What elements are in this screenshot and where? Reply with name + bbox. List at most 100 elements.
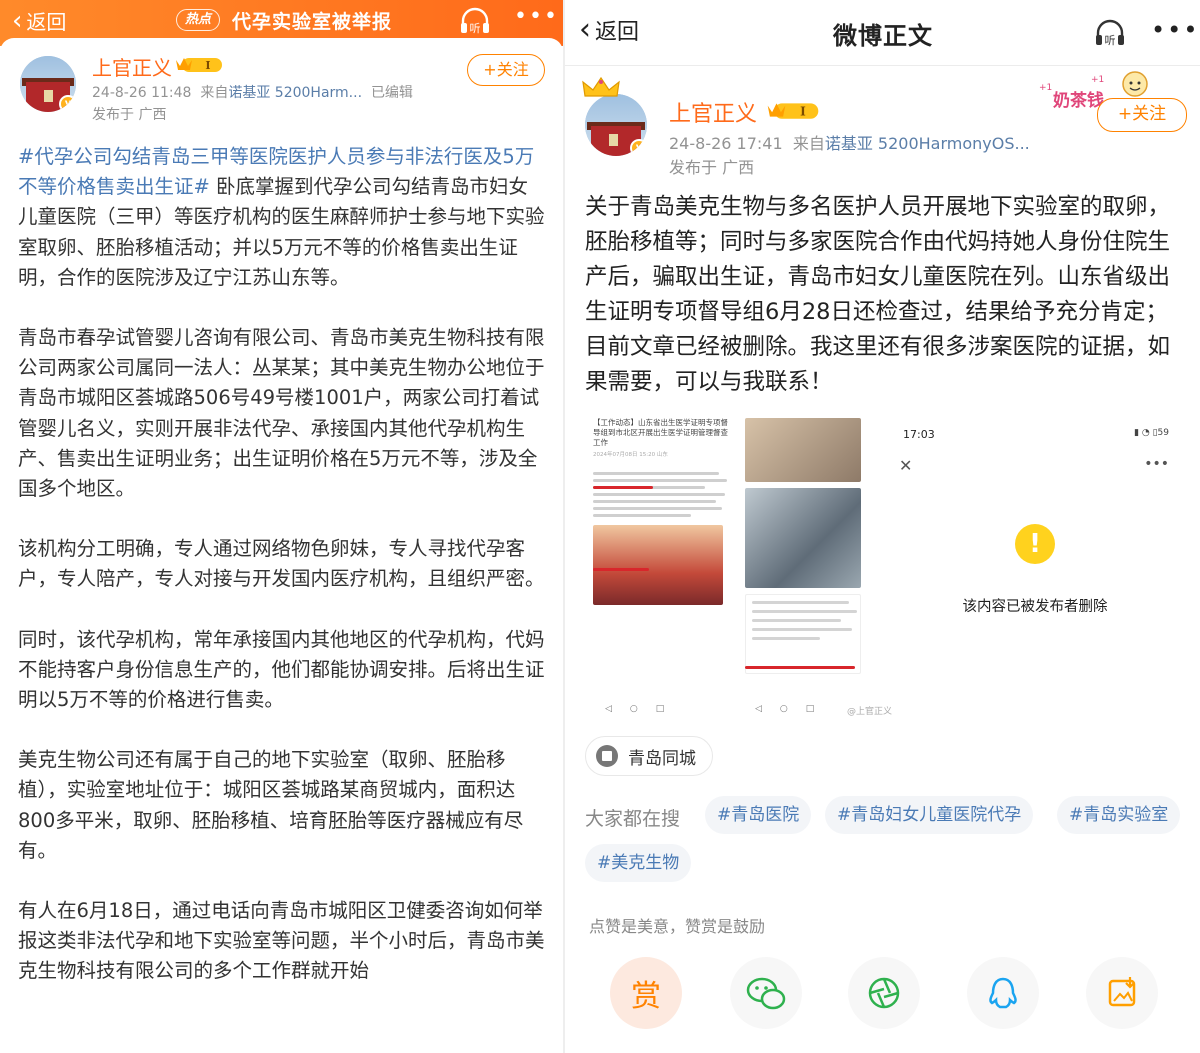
post-time: 24-8-26 17:41: [669, 134, 783, 153]
hot-topic-title[interactable]: 代孕实验室被举报: [232, 7, 392, 34]
chevron-left-icon: ‹: [12, 5, 23, 36]
trending-tag[interactable]: #青岛实验室: [1057, 796, 1181, 834]
attached-image[interactable]: 【工作动态】山东省出生医学证明专项督导组到市北区开展出生医学证明管理督查工作 2…: [585, 418, 1185, 718]
username[interactable]: 上官正义: [669, 96, 757, 128]
more-options-icon: •••: [1144, 456, 1169, 472]
post-location: 发布于 广西: [669, 158, 755, 177]
avatar[interactable]: v: [585, 94, 647, 156]
battery-level: 59: [1157, 428, 1169, 438]
post-location: 发布于 广西: [92, 107, 167, 123]
post-paragraph: 同时，该代孕机构，常年承接国内其他地区的代孕机构，代妈不能持客户身份信息生产的，…: [18, 625, 546, 716]
moments-share-button[interactable]: [848, 957, 920, 1029]
headphones-icon[interactable]: 听: [458, 6, 492, 36]
post-paragraph: #代孕公司勾结青岛三甲等医院医护人员参与非法行医及5万不等价格售卖出生证# 卧底…: [18, 142, 546, 293]
right-weibo-panel: ‹ 返回 微博正文 听 ••• +1 +1 奶茶钱 v 上官正义 I 24-8-…: [565, 0, 1200, 1053]
verified-badge-icon: v: [630, 139, 647, 156]
crown-frame-icon: [582, 76, 620, 97]
verified-badge-icon: v: [59, 95, 76, 112]
article-meta: 2024年07月08日 15:20 山东: [593, 452, 668, 458]
phone-status-time: 17:03: [903, 428, 935, 441]
avatar[interactable]: v: [20, 56, 76, 112]
location-chip[interactable]: 青岛同城: [585, 736, 713, 776]
listen-label: 听: [470, 22, 481, 35]
screenshot-root: ‹ 返回 热点 代孕实验室被举报 听 ••• v 上官正义 I 24-8-26 …: [0, 0, 1200, 1053]
trending-tag[interactable]: #青岛妇女儿童医院代孕: [825, 796, 1034, 834]
paragraph-text: 美克生物公司还有属于自己的地下实验室（取卵、胚胎移植），实验室地址位于：城阳区荟…: [18, 748, 524, 862]
post-paragraph: 青岛市春孕试管婴儿咨询有限公司、青岛市美克生物科技有限公司两家公司属同一法人：丛…: [18, 323, 546, 504]
meeting-photo: [593, 525, 723, 605]
follow-button[interactable]: +关注: [1097, 98, 1187, 132]
moments-aperture-icon: [868, 977, 900, 1009]
image-download-icon: [1108, 977, 1136, 1007]
source-link[interactable]: 诺基亚 5200Harm...: [228, 85, 362, 101]
building-icon: [596, 745, 618, 767]
close-icon: ✕: [899, 456, 913, 475]
level-badge: I: [800, 105, 806, 119]
back-label: 返回: [26, 10, 67, 34]
listen-label: 听: [1105, 34, 1116, 47]
left-weibo-panel: ‹ 返回 热点 代孕实验室被举报 听 ••• v 上官正义 I 24-8-26 …: [0, 0, 563, 1053]
qq-penguin-icon: [989, 977, 1017, 1009]
post-meta: 24-8-26 17:41 来自诺基亚 5200HarmonyOS...: [669, 130, 1030, 154]
wechat-icon: [746, 977, 786, 1010]
reward-note: 点赞是美意，赞赏是鼓励: [589, 917, 766, 936]
trending-search-label: 大家都在搜: [585, 808, 681, 830]
phone-status-icons: ▮ ◔ ▯59: [1134, 428, 1169, 438]
source-prefix: 来自: [792, 134, 825, 153]
paragraph-text: 该机构分工明确，专人通过网络物色卵妹，专人寻找代孕客户，专人陪产，专人对接与开发…: [18, 537, 545, 591]
post-paragraph: 有人在6月18日，通过电话向青岛市城阳区卫健委咨询如何举报这类非法代孕和地下实验…: [18, 896, 546, 987]
headphones-icon[interactable]: 听: [1093, 18, 1127, 48]
post-meta: 24-8-26 11:48 来自诺基亚 5200Harm... 已编辑: [92, 82, 413, 102]
back-button[interactable]: ‹ 返回: [12, 6, 66, 35]
article-text-snippet: [745, 594, 861, 674]
post-paragraph: 美克生物公司还有属于自己的地下实验室（取卵、胚胎移植），实验室地址位于：城阳区荟…: [18, 745, 546, 866]
trending-tag[interactable]: #美克生物: [585, 844, 692, 882]
svg-text:+1: +1: [1039, 83, 1052, 93]
qq-share-button[interactable]: [967, 957, 1039, 1029]
highlight-underline: [745, 666, 855, 669]
back-button[interactable]: ‹ 返回: [579, 14, 639, 46]
paragraph-text: 青岛市春孕试管婴儿咨询有限公司、青岛市美克生物科技有限公司两家公司属同一法人：丛…: [18, 326, 545, 501]
location-chip-label: 青岛同城: [628, 748, 696, 769]
inspection-photos: [745, 418, 863, 698]
inspection-photo: [745, 488, 861, 588]
page-title: 微博正文: [833, 22, 933, 50]
trending-tag[interactable]: #青岛医院: [705, 796, 812, 834]
post-paragraph: 该机构分工明确，专人通过网络物色卵妹，专人寻找代孕客户，专人陪产，专人对接与开发…: [18, 534, 546, 594]
chevron-left-icon: ‹: [579, 12, 591, 47]
back-label: 返回: [595, 20, 640, 45]
highlight-underline: [593, 486, 653, 489]
detail-header: ‹ 返回 微博正文 听 •••: [565, 0, 1200, 66]
member-crown-icon[interactable]: I: [174, 54, 224, 74]
save-image-button[interactable]: [1086, 957, 1158, 1029]
article-headline: 【工作动态】山东省出生医学证明专项督导组到市北区开展出生医学证明管理督查工作: [593, 418, 728, 447]
source-prefix: 来自: [200, 85, 229, 101]
source-link[interactable]: 诺基亚 5200HarmonyOS...: [825, 134, 1030, 153]
article-screenshot: 【工作动态】山东省出生医学证明专项督导组到市北区开展出生医学证明管理督查工作 2…: [593, 418, 733, 704]
sticker-text: 奶茶钱: [1053, 90, 1104, 111]
reward-label: 赏: [631, 979, 661, 1014]
post-body: 关于青岛美克生物与多名医护人员开展地下实验室的取卵，胚胎移植等；同时与多家医院合…: [585, 194, 1171, 395]
member-crown-icon[interactable]: I: [763, 99, 823, 121]
deleted-post-screenshot: 17:03 ▮ ◔ ▯59 ✕ ••• ! 该内容已被发布者删除: [885, 418, 1185, 714]
post-body: #代孕公司勾结青岛三甲等医院医护人员参与非法行医及5万不等价格售卖出生证# 卧底…: [18, 142, 546, 1017]
highlight-underline: [593, 568, 649, 571]
follow-button[interactable]: +关注: [467, 54, 545, 86]
wechat-share-button[interactable]: [730, 957, 802, 1029]
more-options-icon[interactable]: •••: [514, 4, 559, 29]
deleted-notice: 该内容已被发布者删除: [962, 599, 1108, 615]
paragraph-text: 有人在6月18日，通过电话向青岛市城阳区卫健委咨询如何举报这类非法代孕和地下实验…: [18, 899, 545, 983]
image-watermark: @上官正义: [847, 707, 893, 717]
level-badge: I: [205, 59, 210, 72]
edited-label[interactable]: 已编辑: [371, 85, 413, 101]
inspection-photo: [745, 418, 861, 482]
warning-icon: !: [1015, 524, 1055, 564]
android-nav-bar: ◁○□: [755, 704, 833, 714]
username[interactable]: 上官正义: [92, 52, 172, 81]
android-nav-bar: ◁○□: [605, 704, 683, 714]
reward-button[interactable]: 赏: [610, 957, 682, 1029]
more-options-icon[interactable]: •••: [1151, 16, 1199, 44]
svg-text:+1: +1: [1091, 75, 1104, 85]
hot-badge: 热点: [176, 9, 221, 31]
post-time: 24-8-26 11:48: [92, 85, 192, 101]
